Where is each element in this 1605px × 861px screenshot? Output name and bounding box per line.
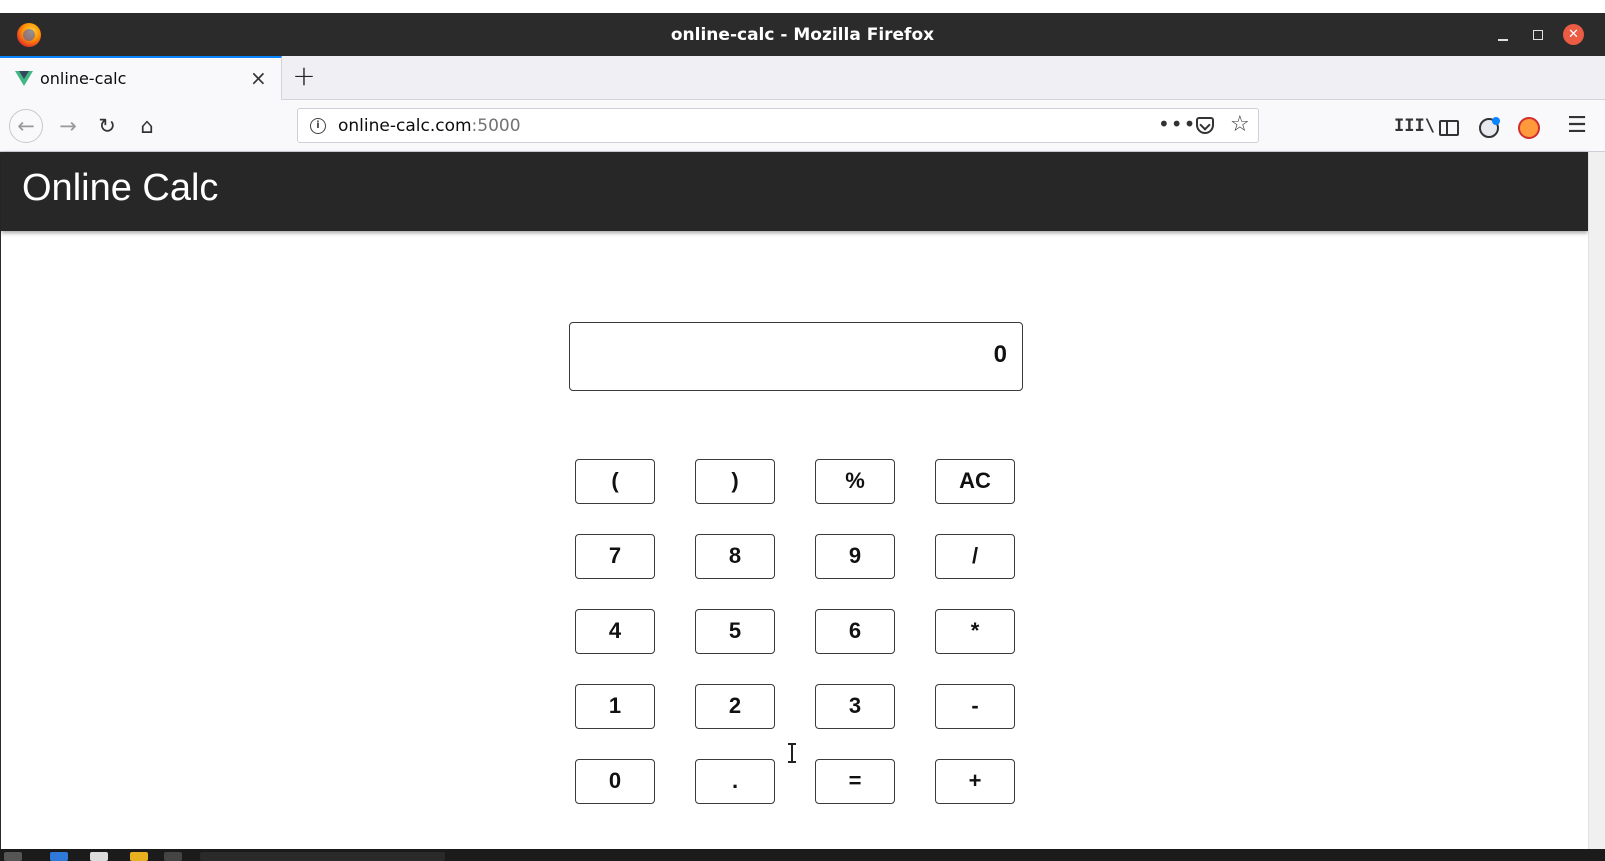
key-all-clear[interactable]: AC xyxy=(935,459,1015,504)
key-6[interactable]: 6 xyxy=(815,609,895,654)
page-actions-more-icon[interactable]: ••• xyxy=(1158,112,1196,136)
key-add[interactable]: + xyxy=(935,759,1015,804)
site-info-icon[interactable]: i xyxy=(310,118,326,134)
key-multiply[interactable]: * xyxy=(935,609,1015,654)
os-taskbar xyxy=(0,849,1605,861)
key-close-paren[interactable]: ) xyxy=(695,459,775,504)
new-tab-button[interactable]: + xyxy=(290,62,318,90)
minimize-button[interactable] xyxy=(1492,24,1514,46)
url-port: :5000 xyxy=(471,116,521,136)
key-3[interactable]: 3 xyxy=(815,684,895,729)
taskbar-app-icon[interactable] xyxy=(50,852,68,861)
back-button[interactable]: ← xyxy=(9,109,43,143)
key-equals[interactable]: = xyxy=(815,759,895,804)
page-scrollbar[interactable] xyxy=(1588,152,1605,849)
url-host: online-calc.com xyxy=(338,116,472,136)
hamburger-menu-button[interactable]: ☰ xyxy=(1563,112,1591,140)
account-icon xyxy=(1479,116,1500,138)
sidebar-icon xyxy=(1439,119,1459,136)
key-decimal[interactable]: . xyxy=(695,759,775,804)
maximize-icon xyxy=(1533,30,1543,40)
extension-button[interactable] xyxy=(1515,112,1543,140)
key-5[interactable]: 5 xyxy=(695,609,775,654)
app-title: Online Calc xyxy=(22,167,219,209)
top-strip xyxy=(0,0,1605,13)
key-4[interactable]: 4 xyxy=(575,609,655,654)
window-close-button[interactable]: ✕ xyxy=(1563,24,1584,45)
extension-icon xyxy=(1518,116,1540,139)
key-percent[interactable]: % xyxy=(815,459,895,504)
calculator-display: 0 xyxy=(569,322,1023,391)
sidebar-toggle-button[interactable] xyxy=(1435,112,1463,140)
pocket-icon[interactable] xyxy=(1196,117,1214,134)
navigation-toolbar: ← → ↻ ⌂ i online-calc.com:5000 ••• ☆ III… xyxy=(0,100,1605,152)
key-2[interactable]: 2 xyxy=(695,684,775,729)
taskbar-folder-icon[interactable] xyxy=(130,852,148,861)
vue-favicon-icon xyxy=(15,71,33,86)
display-value: 0 xyxy=(993,341,1007,368)
key-7[interactable]: 7 xyxy=(575,534,655,579)
key-1[interactable]: 1 xyxy=(575,684,655,729)
key-subtract[interactable]: - xyxy=(935,684,1015,729)
maximize-button[interactable] xyxy=(1527,24,1549,46)
key-divide[interactable]: / xyxy=(935,534,1015,579)
key-8[interactable]: 8 xyxy=(695,534,775,579)
bookmark-star-icon[interactable]: ☆ xyxy=(1230,112,1250,137)
minimize-icon xyxy=(1498,39,1508,41)
app-header: Online Calc xyxy=(1,152,1588,231)
tab-label: online-calc xyxy=(40,69,127,88)
tab-close-icon[interactable]: × xyxy=(250,67,267,89)
taskbar-firefox-window[interactable] xyxy=(200,852,445,861)
home-button[interactable]: ⌂ xyxy=(133,112,161,140)
forward-button[interactable]: → xyxy=(54,112,82,140)
taskbar-terminal-icon[interactable] xyxy=(164,852,182,861)
screen: online-calc - Mozilla Firefox ✕ online-c… xyxy=(0,0,1605,861)
url-bar[interactable]: i online-calc.com:5000 ••• ☆ xyxy=(297,108,1259,143)
page-viewport: Online Calc 0 ( ) % AC 7 8 9 / 4 5 6 * 1… xyxy=(0,152,1588,849)
text-cursor-icon xyxy=(788,743,796,763)
taskbar-menu-icon[interactable] xyxy=(4,852,22,861)
url-text[interactable]: online-calc.com:5000 xyxy=(338,116,521,136)
tab-strip: online-calc × + xyxy=(0,56,1605,100)
tab-online-calc[interactable]: online-calc × xyxy=(0,56,282,100)
close-icon: ✕ xyxy=(1568,27,1579,42)
window-titlebar: online-calc - Mozilla Firefox ✕ xyxy=(0,13,1605,56)
library-icon[interactable]: III\ xyxy=(1394,112,1435,140)
key-9[interactable]: 9 xyxy=(815,534,895,579)
key-0[interactable]: 0 xyxy=(575,759,655,804)
account-button[interactable] xyxy=(1475,112,1503,140)
key-open-paren[interactable]: ( xyxy=(575,459,655,504)
taskbar-files-icon[interactable] xyxy=(90,852,108,861)
reload-button[interactable]: ↻ xyxy=(93,112,121,140)
calculator-keypad: ( ) % AC 7 8 9 / 4 5 6 * 1 2 3 - 0 . = + xyxy=(575,459,1016,804)
window-title: online-calc - Mozilla Firefox xyxy=(670,25,935,45)
